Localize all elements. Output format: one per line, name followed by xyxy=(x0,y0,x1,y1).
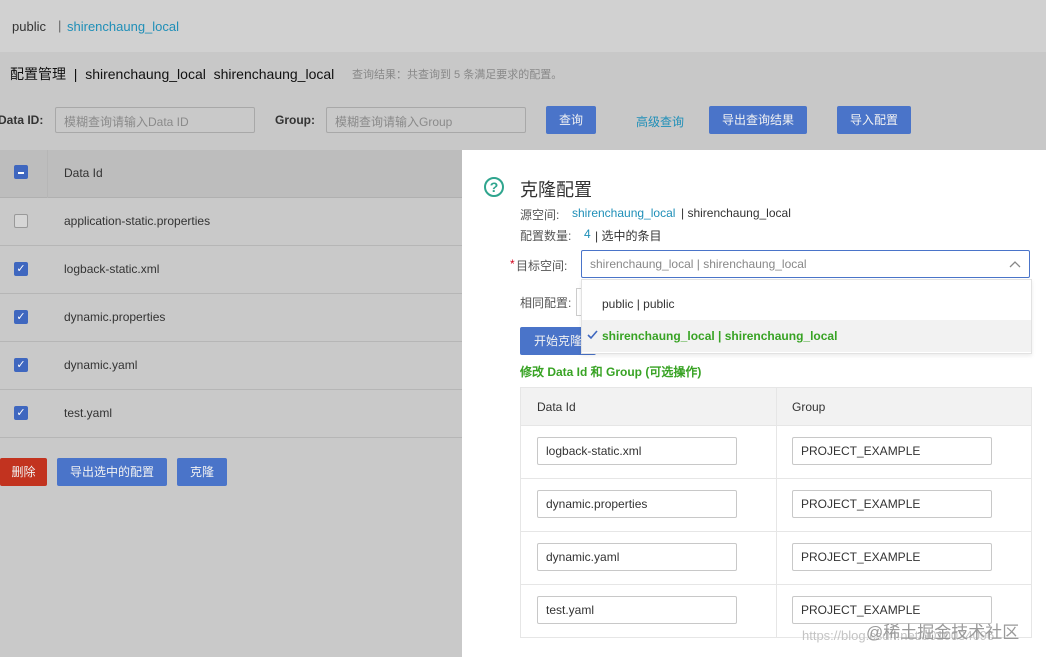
dataid-field[interactable]: dynamic.properties xyxy=(537,490,737,518)
dataid-field[interactable]: dynamic.yaml xyxy=(537,543,737,571)
chevron-up-icon xyxy=(1009,261,1021,268)
target-namespace-label: 目标空间: xyxy=(516,259,568,273)
target-namespace-value: shirenchaung_local | shirenchaung_local xyxy=(590,257,807,271)
query-result-text: 查询结果：共查询到 5 条满足要求的配置。 xyxy=(352,69,563,81)
source-namespace-label: 源空间: xyxy=(520,208,560,222)
group-search-input[interactable]: 模糊查询请输入Group xyxy=(326,107,526,133)
row-dataid: dynamic.properties xyxy=(64,310,166,324)
table-header: Data Id xyxy=(0,150,462,198)
row-dataid: logback-static.xml xyxy=(64,262,160,276)
table-row: ✓ dynamic.yaml xyxy=(0,342,462,390)
watermark-text: @稀土掘金技术社区 xyxy=(866,623,1020,642)
dataid-field[interactable]: test.yaml xyxy=(537,596,737,624)
table-row: ✓ test.yaml xyxy=(0,390,462,438)
table-row: dynamic.properties PROJECT_EXAMPLE xyxy=(521,479,1031,532)
export-selected-button[interactable]: 导出选中的配置 xyxy=(57,458,167,486)
help-icon: ? xyxy=(484,177,504,197)
row-checkbox[interactable]: ✓ xyxy=(14,358,28,372)
modify-section-title: 修改 Data Id 和 Group (可选操作) xyxy=(520,365,702,379)
import-config-button[interactable]: 导入配置 xyxy=(837,106,911,134)
check-icon xyxy=(587,330,598,340)
column-header-dataid: Data Id xyxy=(537,400,576,414)
group-label: Group: xyxy=(275,113,315,127)
column-header-group: Group xyxy=(792,400,826,414)
dataid-search-input[interactable]: 模糊查询请输入Data ID xyxy=(55,107,255,133)
namespace-separator: | xyxy=(58,18,62,33)
row-checkbox[interactable]: ✓ xyxy=(14,310,28,324)
source-namespace-link[interactable]: shirenchaung_local xyxy=(572,206,675,220)
namespace-bar: public | shirenchaung_local xyxy=(0,0,1046,52)
option-label: public | public xyxy=(602,297,675,311)
table-row: dynamic.yaml PROJECT_EXAMPLE xyxy=(521,532,1031,585)
modify-table: Data Id Group logback-static.xml PROJECT… xyxy=(520,387,1032,638)
group-field[interactable]: PROJECT_EXAMPLE xyxy=(792,490,992,518)
table-row: logback-static.xml PROJECT_EXAMPLE xyxy=(521,426,1031,479)
clone-dialog: ? 克隆配置 源空间: shirenchaung_local | shirenc… xyxy=(462,150,1046,657)
advanced-query-link[interactable]: 高级查询 xyxy=(636,113,684,130)
option-label: shirenchaung_local | shirenchaung_local xyxy=(602,329,838,343)
group-field[interactable]: PROJECT_EXAMPLE xyxy=(792,543,992,571)
page-title: 配置管理 | shirenchaung_local shirenchaung_l… xyxy=(10,66,335,82)
row-dataid: test.yaml xyxy=(64,406,113,420)
row-checkbox[interactable]: ✓ xyxy=(14,262,28,276)
dropdown-option-shirenchaung-local[interactable]: shirenchaung_local | shirenchaung_local xyxy=(582,320,1031,352)
group-field[interactable]: PROJECT_EXAMPLE xyxy=(792,437,992,465)
row-dataid: application-static.properties xyxy=(64,214,211,228)
dialog-title: 克隆配置 xyxy=(520,180,592,200)
table-row: ✓ dynamic.properties xyxy=(0,294,462,342)
clone-button[interactable]: 克隆 xyxy=(177,458,227,486)
namespace-public[interactable]: public xyxy=(12,19,46,34)
target-namespace-select[interactable]: shirenchaung_local | shirenchaung_local xyxy=(581,250,1030,278)
same-config-label: 相同配置: xyxy=(520,296,572,310)
select-all-checkbox[interactable] xyxy=(14,165,28,179)
dataid-label: Data ID: xyxy=(0,113,44,127)
row-dataid: dynamic.yaml xyxy=(64,358,138,372)
delete-button[interactable]: 删除 xyxy=(0,458,47,486)
dropdown-option-public[interactable]: public | public xyxy=(582,288,1031,320)
table-row: application-static.properties xyxy=(0,198,462,246)
query-button[interactable]: 查询 xyxy=(546,106,596,134)
config-count-label: 配置数量: xyxy=(520,229,572,243)
table-row: ✓ logback-static.xml xyxy=(0,246,462,294)
row-checkbox[interactable] xyxy=(14,214,28,228)
source-namespace-rest: | shirenchaung_local xyxy=(681,206,791,220)
required-mark: * xyxy=(510,257,515,271)
config-count-rest: | 选中的条目 xyxy=(595,229,662,243)
target-namespace-dropdown: public | public shirenchaung_local | shi… xyxy=(581,279,1032,354)
config-count-value: 4 xyxy=(584,227,591,241)
dataid-field[interactable]: logback-static.xml xyxy=(537,437,737,465)
row-checkbox[interactable]: ✓ xyxy=(14,406,28,420)
column-header-dataid: Data Id xyxy=(64,166,103,180)
namespace-shirenchaung-local[interactable]: shirenchaung_local xyxy=(67,19,179,34)
export-query-results-button[interactable]: 导出查询结果 xyxy=(709,106,807,134)
